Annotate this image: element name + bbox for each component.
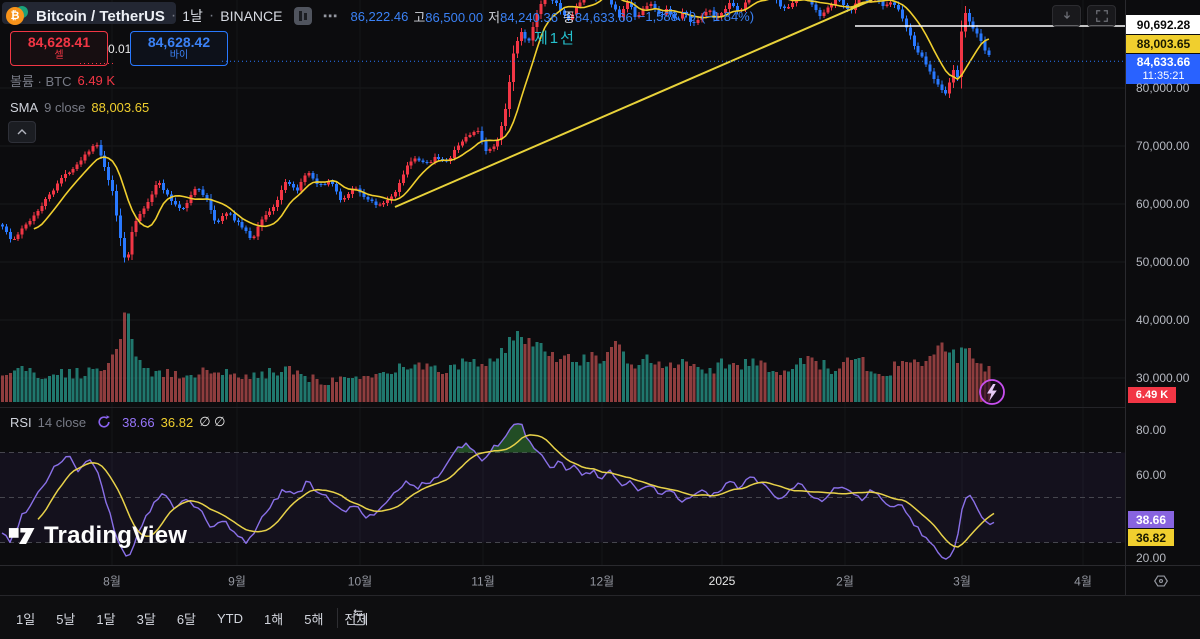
- volume-legend[interactable]: 볼륨 · BTC 6.49 K: [10, 71, 115, 90]
- range-button-1해[interactable]: 1해: [264, 609, 283, 628]
- tradingview-watermark: TradingView: [8, 522, 187, 550]
- sell-button[interactable]: 84,628.41 셀: [10, 31, 108, 66]
- fullscreen-icon: [1095, 10, 1108, 22]
- chart-annotation[interactable]: 제1선: [534, 30, 576, 47]
- interval-label[interactable]: 1날: [182, 6, 203, 26]
- ohlc-low-label: 저: [488, 9, 501, 25]
- ohlc-close-label: 종: [562, 9, 575, 25]
- more-options-button[interactable]: ⋯: [322, 7, 338, 25]
- time-axis-label: 11월: [471, 574, 495, 589]
- range-button-YTD[interactable]: YTD: [217, 611, 243, 626]
- rsi-value: 38.66: [122, 414, 155, 430]
- chart-canvas[interactable]: 제1선: [0, 0, 1125, 565]
- price-axis-label: 60.00: [1136, 468, 1167, 482]
- pane-collapse-button[interactable]: [8, 121, 36, 143]
- tradingview-app: 제1선 ₿ Bitcoin / TetherUS · 1날 · BINANCE …: [0, 0, 1200, 639]
- time-axis-label: 12월: [589, 574, 615, 589]
- price-axis[interactable]: 90,692.28 88,003.65 84,633.66 11:35:21 6…: [1125, 0, 1200, 565]
- calendar-icon: [353, 609, 366, 626]
- ohlc-close: 84,633.66: [574, 9, 633, 25]
- ohlc-high: 86,500.00: [425, 9, 484, 25]
- range-button-1달[interactable]: 1달: [96, 609, 115, 628]
- buy-price: 84,628.42: [147, 34, 211, 51]
- range-button-3달[interactable]: 3달: [137, 609, 156, 628]
- time-axis-label: 2월: [836, 574, 854, 589]
- rsi-ma-badge: 36.82: [1128, 529, 1174, 546]
- volume-value: 6.49 K: [77, 73, 116, 88]
- chevron-up-icon: [17, 129, 27, 135]
- rsi-legend[interactable]: RSI 14 close 38.66 36.82 ∅ ∅: [10, 414, 225, 430]
- range-button-1일[interactable]: 1일: [16, 609, 35, 628]
- toolbar-divider: [337, 608, 338, 628]
- spread-value: 0.01: [108, 41, 132, 56]
- ohlc-high-label: 고: [413, 9, 426, 25]
- watermark-text: TradingView: [44, 522, 188, 549]
- time-axis-label: 2025: [708, 574, 736, 588]
- refresh-icon[interactable]: [96, 414, 112, 430]
- range-button-5해[interactable]: 5해: [304, 609, 323, 628]
- price-axis-label: 80.00: [1136, 423, 1167, 437]
- sma-name: SMA: [10, 100, 39, 115]
- lightning-button[interactable]: [979, 379, 1005, 405]
- symbol-title[interactable]: Bitcoin / TetherUS: [36, 8, 165, 25]
- symbol-logo[interactable]: ₿: [6, 6, 32, 26]
- price-axis-label: 50,000.00: [1136, 255, 1190, 269]
- range-button-6달[interactable]: 6달: [177, 609, 196, 628]
- time-axis-label: 9월: [228, 574, 246, 589]
- ohlc-change-pct: (−1.84%): [700, 8, 755, 24]
- tradingview-logo-icon: [8, 528, 35, 544]
- hexagon-settings-icon: [1154, 575, 1168, 587]
- exchange-label[interactable]: BINANCE: [220, 8, 282, 24]
- time-axis-label: 10월: [347, 574, 373, 589]
- download-icon: [1063, 11, 1070, 20]
- ohlc-legend: 86,222.46 고86,500.00 저84,240.36 종84,633.…: [350, 7, 754, 26]
- rsi-badge: 38.66: [1128, 511, 1174, 528]
- bottom-toolbar: 1일5날1달3달6달YTD1해5해전체 15ACTT 9: [0, 595, 1200, 639]
- bitcoin-icon: ₿: [6, 7, 24, 25]
- sma-params: 9 close: [44, 100, 86, 115]
- ohlc-open: 86,222.46: [350, 8, 409, 24]
- rsi-divergence: ∅ ∅: [199, 414, 226, 429]
- scale-settings-button[interactable]: [1150, 570, 1172, 592]
- separator-dot: ·: [208, 7, 215, 24]
- range-button-5날[interactable]: 5날: [56, 609, 75, 628]
- time-axis-label: 4월: [1074, 574, 1092, 589]
- time-axis-label: 3월: [953, 574, 971, 589]
- rsi-params: 14 close: [37, 414, 87, 430]
- sma-value: 88,003.65: [91, 100, 150, 115]
- axis-separator: [1125, 566, 1126, 596]
- current-price-badge: 84,633.66 11:35:21: [1126, 54, 1200, 84]
- price-axis-label: 60,000.00: [1136, 197, 1190, 211]
- rsi-ma-value: 36.82: [160, 414, 194, 430]
- current-price: 84,633.66: [1136, 54, 1191, 69]
- price-axis-label: 30,000.00: [1136, 371, 1190, 385]
- volume-badge: 6.49 K: [1128, 387, 1176, 403]
- sell-price: 84,628.41: [27, 34, 91, 51]
- trade-panel: 84,628.41 셀 0.01 84,628.42 바이: [0, 31, 228, 66]
- volume-name: 볼륨 · BTC: [10, 74, 72, 89]
- download-button[interactable]: [1052, 5, 1081, 27]
- sell-label: 셀: [54, 50, 64, 62]
- separator-dot: ·: [170, 7, 177, 24]
- sma-legend[interactable]: SMA 9 close 88,003.65: [10, 100, 149, 115]
- price-axis-label: 20.00: [1136, 551, 1167, 565]
- buy-label: 바이: [169, 50, 189, 62]
- line-price-badge: 90,692.28: [1126, 15, 1200, 34]
- time-axis-label: 8월: [103, 574, 121, 589]
- sma-price-badge: 88,003.65: [1126, 35, 1200, 53]
- ohlc-change: −1,588.79: [637, 8, 696, 24]
- price-axis-label: 40,000.00: [1136, 313, 1190, 327]
- buy-button[interactable]: 84,628.42 바이: [130, 31, 228, 66]
- chart-type-icon[interactable]: [294, 7, 313, 25]
- range-selector: 1일 5날 1달 3달 6달 YTD 1해 5해 전체: [16, 596, 368, 639]
- price-axis-label: 80,000.00: [1136, 81, 1190, 95]
- goto-date-button[interactable]: [346, 605, 372, 631]
- rsi-name: RSI: [10, 414, 32, 430]
- ohlc-low: 84,240.36: [500, 9, 558, 25]
- fullscreen-button[interactable]: [1087, 5, 1116, 27]
- symbol-row: ₿ Bitcoin / TetherUS · 1날 · BINANCE ⋯ 86…: [0, 3, 754, 29]
- time-axis[interactable]: 8월 9월 10월 11월 12월 2025 2월 3월 4월: [0, 565, 1200, 596]
- price-axis-label: 70,000.00: [1136, 139, 1190, 153]
